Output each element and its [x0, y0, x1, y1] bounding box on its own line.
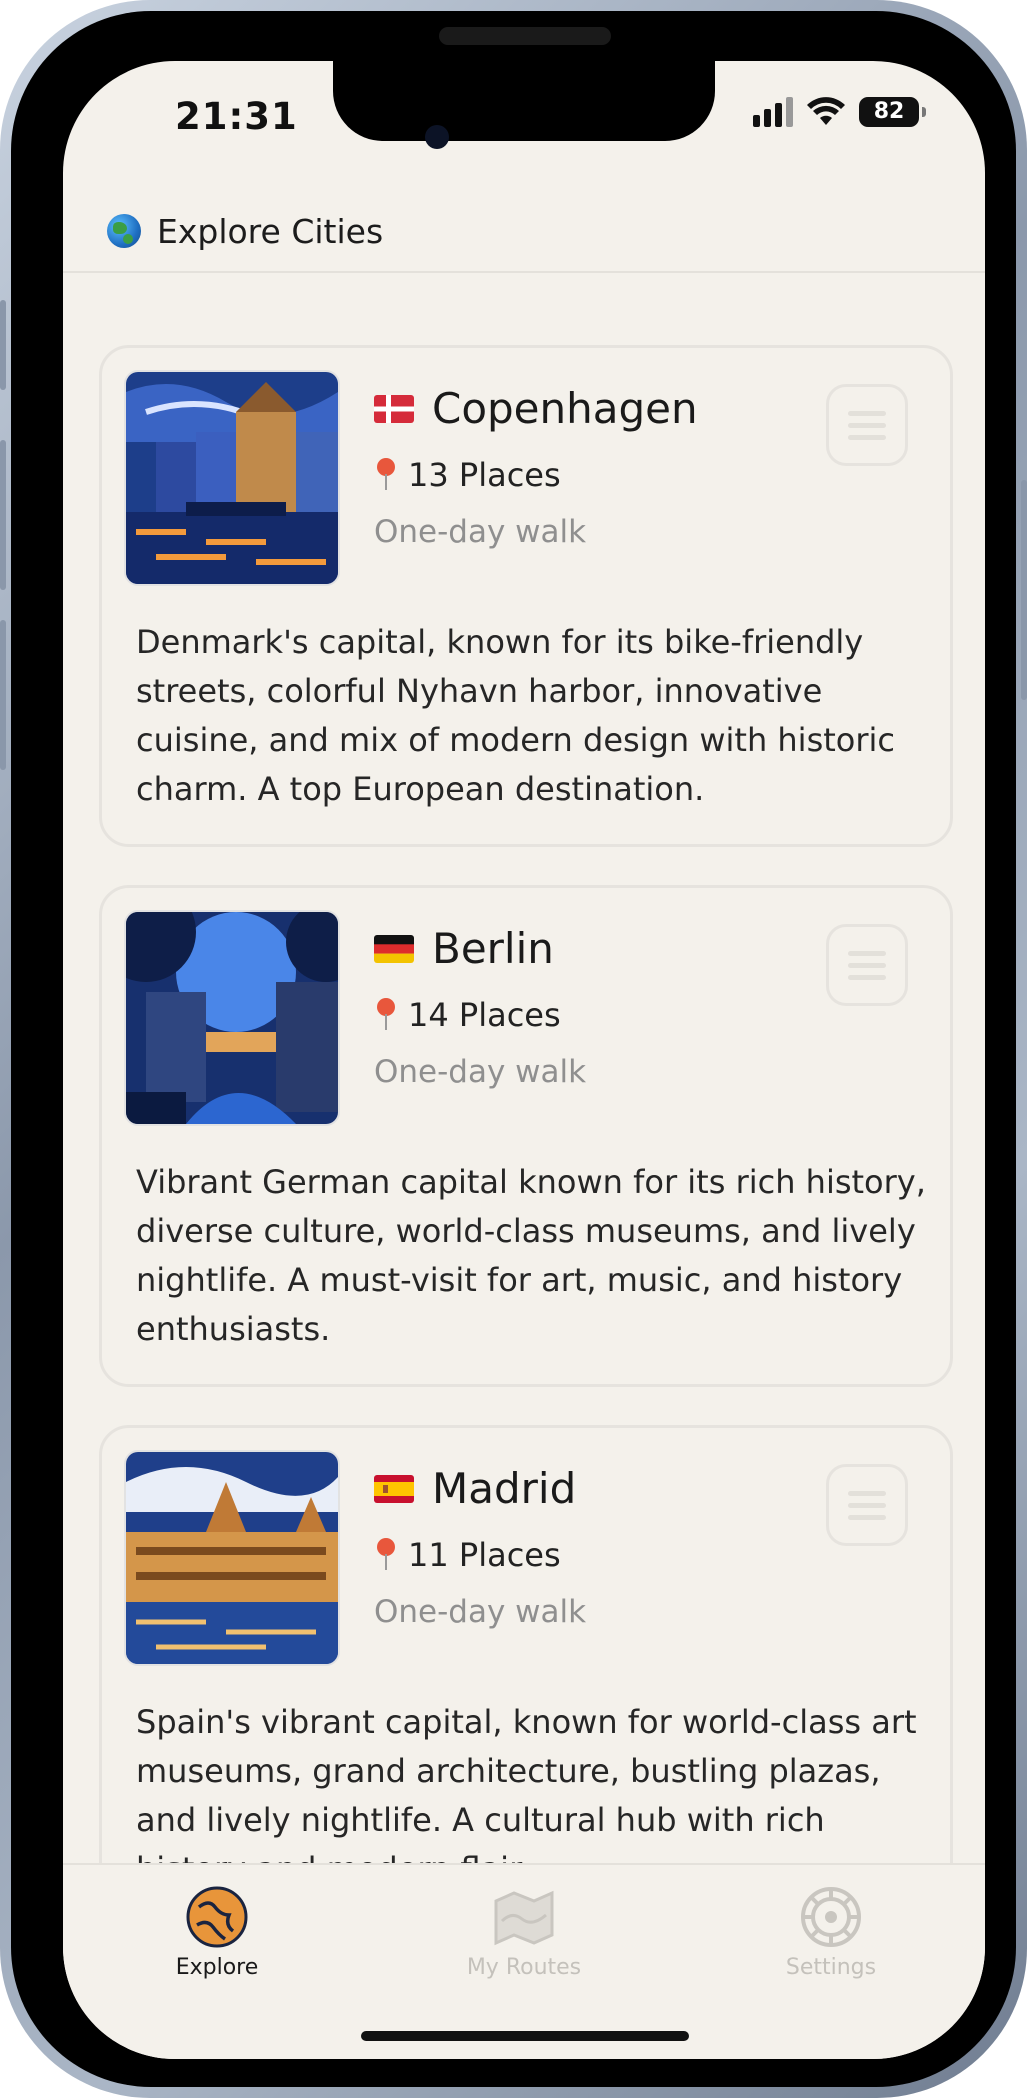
menu-line — [848, 950, 886, 956]
denmark-flag-icon — [374, 394, 414, 423]
tab-label: My Routes — [466, 1955, 582, 1980]
city-description: Denmark's capital, known for its bike-fr… — [136, 623, 895, 808]
app-header: Explore Cities — [63, 191, 985, 273]
city-menu-button[interactable] — [826, 924, 908, 1006]
tab-label: Explore — [175, 1955, 259, 1980]
places-count-label: 11 Places — [408, 1536, 561, 1574]
wifi-icon — [807, 97, 845, 125]
pin-icon — [374, 1538, 398, 1572]
menu-line — [848, 1490, 886, 1496]
city-thumbnail-copenhagen — [124, 370, 340, 586]
pin-icon — [374, 998, 398, 1032]
power-button — [1021, 480, 1027, 700]
city-list[interactable]: Copenhagen 13 Places One-day walk Denmar… — [63, 271, 985, 1917]
city-card-madrid[interactable]: Madrid 11 Places One-day walk Spain's vi… — [99, 1425, 953, 1917]
battery-icon: 82 — [859, 97, 926, 127]
status-icons: 82 — [753, 97, 926, 127]
status-time: 21:31 — [175, 95, 298, 138]
globe-icon — [107, 214, 141, 248]
places-count: 14 Places — [374, 996, 561, 1034]
city-description: Vibrant German capital known for its ric… — [136, 1163, 926, 1348]
menu-line — [848, 962, 886, 968]
menu-line — [848, 434, 886, 440]
cellular-signal-icon — [753, 97, 793, 127]
city-name: Copenhagen — [432, 384, 698, 433]
tab-label: Settings — [785, 1955, 877, 1980]
tab-bar: Explore My Routes Settings — [63, 1863, 985, 2059]
walk-duration: One-day walk — [374, 514, 587, 550]
city-name: Berlin — [432, 924, 554, 973]
pin-icon — [374, 458, 398, 492]
front-camera — [425, 125, 449, 149]
phone-bezel: 21:31 82 Explore Cities Copenhagen 13 Pl… — [11, 11, 1016, 2087]
city-thumbnail-berlin — [124, 910, 340, 1126]
menu-line — [848, 422, 886, 428]
spain-flag-icon — [374, 1474, 414, 1503]
volume-down-button — [0, 620, 6, 770]
walk-duration: One-day walk — [374, 1054, 587, 1090]
menu-line — [848, 410, 886, 416]
gear-icon — [799, 1885, 863, 1949]
volume-up-button — [0, 440, 6, 590]
globe-map-icon — [185, 1885, 249, 1949]
city-title-row: Copenhagen — [374, 384, 698, 433]
walk-duration: One-day walk — [374, 1594, 587, 1630]
menu-line — [848, 1514, 886, 1520]
tab-explore[interactable]: Explore — [117, 1885, 317, 1980]
menu-line — [848, 1502, 886, 1508]
app-screen: 21:31 82 Explore Cities Copenhagen 13 Pl… — [63, 61, 985, 2059]
tab-my-routes[interactable]: My Routes — [424, 1885, 624, 1980]
tab-settings[interactable]: Settings — [731, 1885, 931, 1980]
home-indicator[interactable] — [361, 2031, 689, 2041]
menu-line — [848, 974, 886, 980]
phone-frame: 21:31 82 Explore Cities Copenhagen 13 Pl… — [0, 0, 1027, 2098]
speaker-grille — [439, 27, 611, 45]
places-count: 11 Places — [374, 1536, 561, 1574]
map-icon — [492, 1885, 556, 1949]
places-count-label: 13 Places — [408, 456, 561, 494]
city-title-row: Berlin — [374, 924, 554, 973]
city-card-berlin[interactable]: Berlin 14 Places One-day walk Vibrant Ge… — [99, 885, 953, 1387]
page-title: Explore Cities — [157, 211, 384, 251]
city-card-copenhagen[interactable]: Copenhagen 13 Places One-day walk Denmar… — [99, 345, 953, 847]
city-title-row: Madrid — [374, 1464, 576, 1513]
city-menu-button[interactable] — [826, 1464, 908, 1546]
city-menu-button[interactable] — [826, 384, 908, 466]
places-count: 13 Places — [374, 456, 561, 494]
city-name: Madrid — [432, 1464, 577, 1513]
city-thumbnail-madrid — [124, 1450, 340, 1666]
places-count-label: 14 Places — [408, 996, 561, 1034]
germany-flag-icon — [374, 934, 414, 963]
notch — [333, 61, 715, 141]
mute-switch — [0, 300, 6, 390]
